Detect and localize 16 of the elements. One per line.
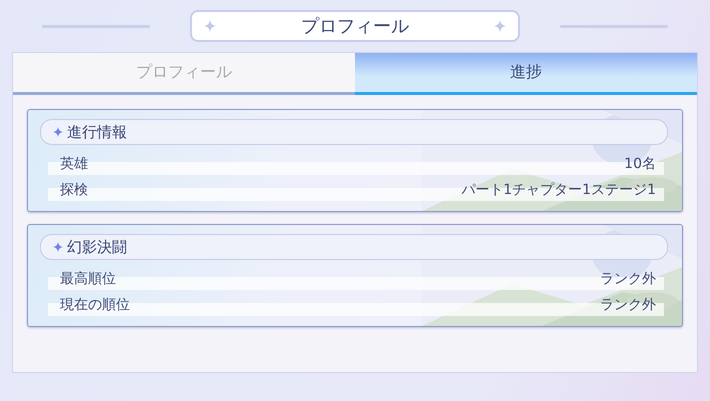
row-value: 10名 [624, 155, 656, 173]
row-value: パート1チャプター1ステージ1 [461, 181, 656, 199]
row-label: 英雄 [60, 155, 88, 173]
tab[interactable]: 進捗 [355, 53, 697, 95]
section-title: 幻影決闘 [67, 238, 127, 256]
row-label: 現在の順位 [60, 296, 130, 314]
row-label: 最高順位 [60, 270, 116, 288]
row-label: 探検 [60, 181, 88, 199]
row-value: ランク外 [600, 270, 656, 288]
sparkle-icon [53, 241, 63, 253]
window-title: プロフィール [301, 15, 409, 38]
sparkle-icon [53, 126, 63, 138]
sparkle-icon [494, 20, 506, 32]
row-value: ランク外 [600, 296, 656, 314]
section-title: 進行情報 [67, 122, 127, 142]
sparkle-icon [204, 20, 216, 32]
